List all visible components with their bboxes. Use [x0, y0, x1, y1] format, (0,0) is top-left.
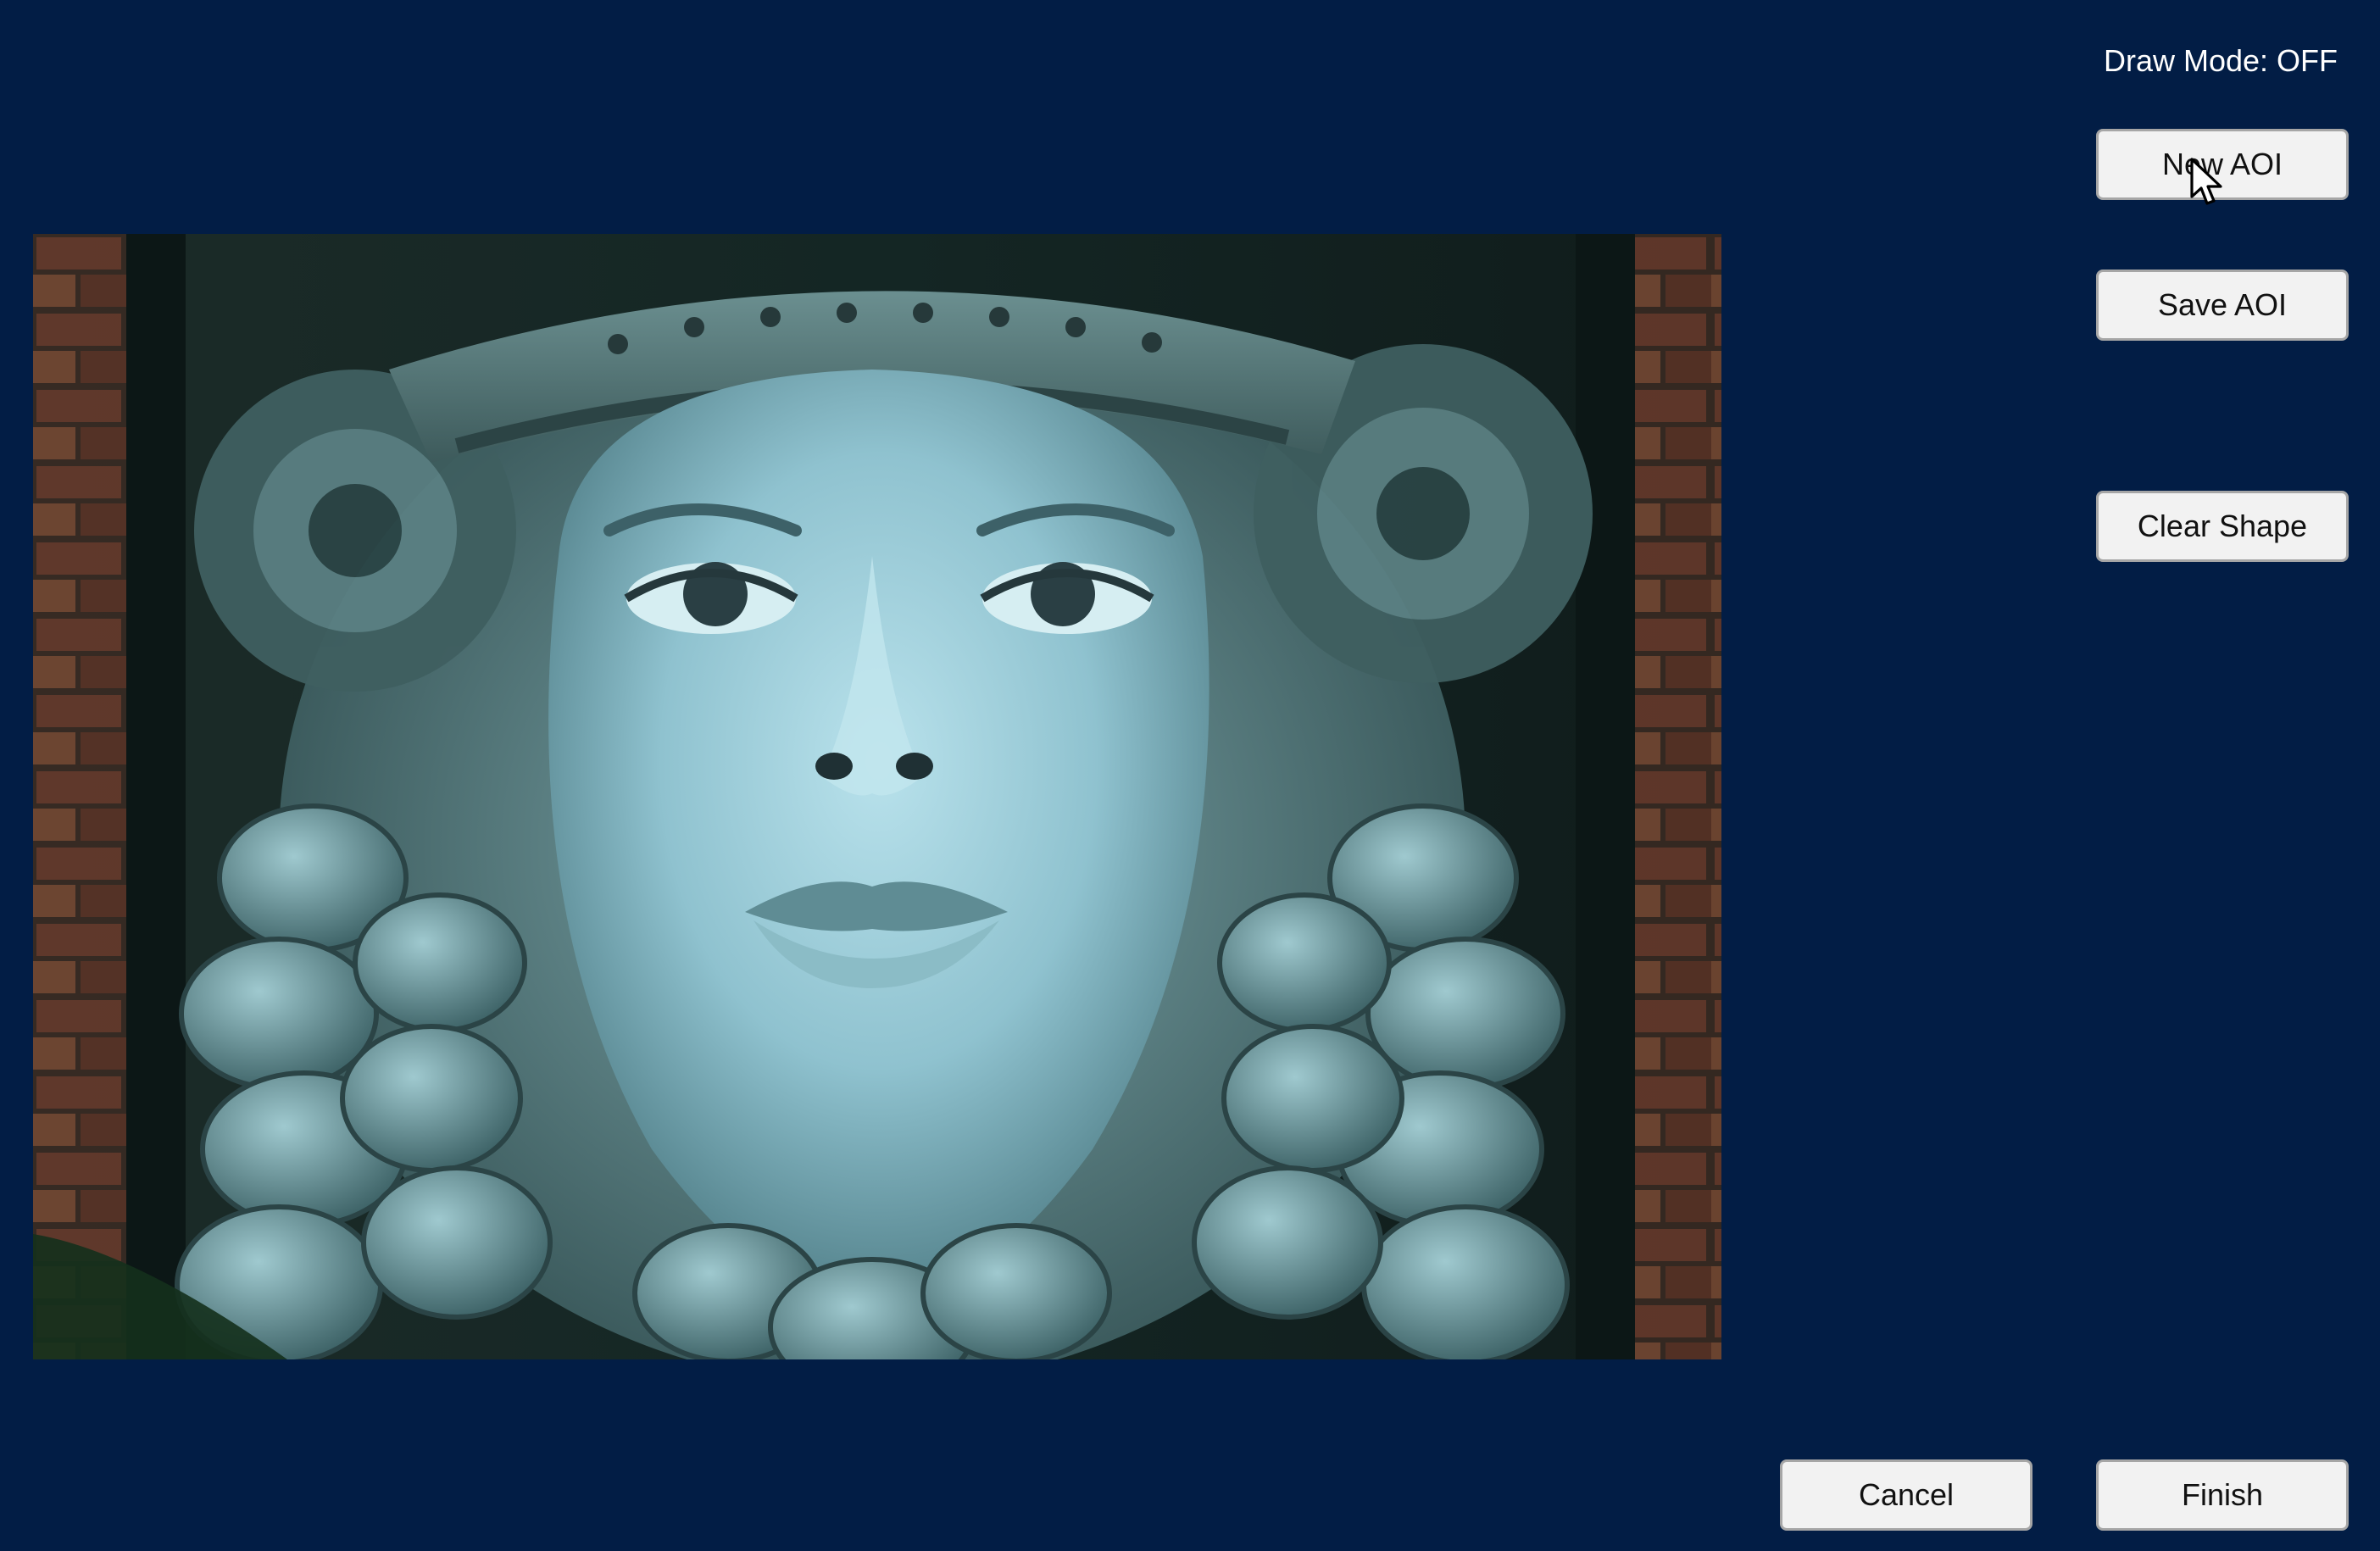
draw-mode-status: Draw Mode: OFF	[2103, 43, 2338, 78]
finish-button[interactable]: Finish	[2096, 1459, 2349, 1531]
new-aoi-button[interactable]: New AOI	[2096, 129, 2349, 200]
sculpture-image	[33, 234, 1721, 1359]
cancel-button[interactable]: Cancel	[1780, 1459, 2032, 1531]
image-canvas[interactable]	[33, 234, 1721, 1359]
save-aoi-button[interactable]: Save AOI	[2096, 270, 2349, 341]
clear-shape-button[interactable]: Clear Shape	[2096, 491, 2349, 562]
